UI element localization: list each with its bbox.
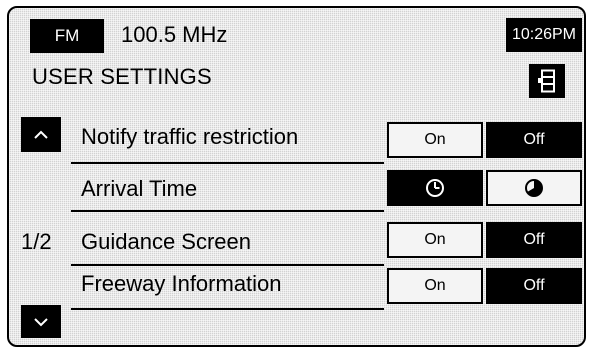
- traffic-off-button[interactable]: Off: [486, 122, 582, 158]
- chevron-down-icon: [34, 317, 48, 326]
- guidance-on-label: On: [424, 231, 446, 248]
- clock-time: 10:26PM: [511, 26, 577, 43]
- setting-label-freeway-info: Freeway Information: [81, 271, 282, 296]
- row-divider: [71, 162, 384, 164]
- setting-label-arrival-time: Arrival Time: [81, 176, 198, 201]
- row-divider: [71, 210, 384, 212]
- scroll-down-button[interactable]: [21, 305, 61, 338]
- setting-label-traffic: Notify traffic restriction: [81, 124, 299, 149]
- freeway-on-button[interactable]: On: [387, 268, 483, 304]
- band-label: FM: [54, 26, 80, 45]
- traffic-on-button[interactable]: On: [387, 122, 483, 158]
- traffic-off-label: Off: [523, 131, 545, 148]
- guidance-off-label: Off: [523, 231, 545, 248]
- setting-label-guidance-screen: Guidance Screen: [81, 229, 251, 254]
- page-indicator: 1/2: [21, 229, 52, 254]
- page-title: USER SETTINGS: [32, 64, 212, 89]
- freeway-off-button[interactable]: Off: [486, 268, 582, 304]
- guidance-off-button[interactable]: Off: [486, 222, 582, 258]
- clock-outline-icon: [426, 179, 444, 197]
- clock-display: 10:26PM: [506, 18, 582, 52]
- scroll-up-button[interactable]: [21, 117, 61, 152]
- freeway-off-label: Off: [523, 277, 545, 294]
- frequency-display: 100.5 MHz: [121, 22, 228, 47]
- traffic-on-label: On: [424, 131, 446, 148]
- freeway-on-label: On: [424, 277, 446, 294]
- guidance-on-button[interactable]: On: [387, 222, 483, 258]
- row-divider: [71, 308, 384, 310]
- settings-menu-button[interactable]: [529, 64, 565, 98]
- chevron-up-icon: [34, 130, 48, 139]
- band-button[interactable]: FM: [30, 19, 104, 53]
- clock-filled-icon: [525, 179, 543, 197]
- settings-screen: FM 100.5 MHz 10:26PM USER SETTINGS 1/2 N…: [7, 6, 586, 347]
- arrival-time-remaining-button[interactable]: [486, 170, 582, 206]
- settings-menu-icon: [538, 69, 555, 93]
- arrival-time-clock-button[interactable]: [387, 170, 483, 206]
- row-divider: [71, 264, 384, 266]
